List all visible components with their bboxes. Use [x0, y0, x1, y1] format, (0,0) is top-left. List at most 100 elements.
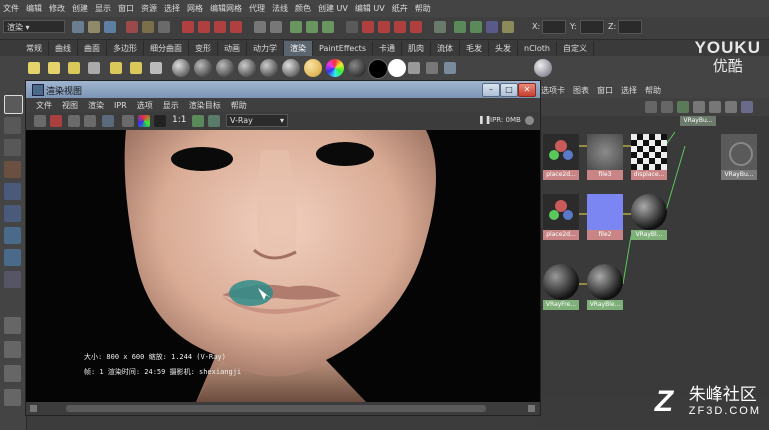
render-globals-icon[interactable] — [502, 21, 514, 33]
input-icon[interactable] — [270, 21, 282, 33]
point-light-icon[interactable] — [68, 62, 80, 74]
main-menu-item[interactable]: 编辑网格 — [210, 3, 242, 14]
select-hierarchy-icon[interactable] — [126, 21, 138, 33]
maximize-button[interactable]: □ — [500, 83, 518, 97]
render-region-icon[interactable] — [50, 115, 62, 127]
render-window-titlebar[interactable]: 渲染视图 – □ ✕ — [26, 81, 540, 98]
main-menu-item[interactable]: 选择 — [164, 3, 180, 14]
main-menu-item[interactable]: 纸卉 — [392, 3, 408, 14]
vray-sphere-icon[interactable] — [534, 59, 552, 77]
coord-x-field[interactable] — [542, 20, 566, 34]
main-menu-item[interactable]: 编辑 UV — [355, 3, 385, 14]
rotate-tool-icon[interactable] — [4, 183, 21, 200]
hypershade-menu-item[interactable]: 选项卡 — [541, 85, 565, 96]
main-menu-item[interactable]: 网格 — [187, 3, 203, 14]
main-menu-item[interactable]: 代理 — [249, 3, 265, 14]
layout-outliner-icon[interactable] — [4, 389, 21, 406]
render-settings-icon[interactable] — [322, 21, 334, 33]
shelf-tab[interactable]: 动力学 — [247, 40, 284, 56]
coord-y-field[interactable] — [580, 20, 604, 34]
shelf-tab[interactable]: 动画 — [218, 40, 247, 56]
ipr-render-icon[interactable] — [306, 21, 318, 33]
shelf-tab[interactable]: 头发 — [489, 40, 518, 56]
uv-editor-icon[interactable] — [444, 62, 456, 74]
node-vrayble-3[interactable]: VRayBle... — [587, 264, 623, 312]
scroll-right-icon[interactable] — [528, 405, 535, 412]
menu-set-dropdown[interactable]: 渲染 ▾ — [3, 20, 65, 33]
main-menu-item[interactable]: 帮助 — [415, 3, 431, 14]
render-menu-item[interactable]: 渲染 — [88, 100, 104, 111]
selection-mask-icon[interactable] — [346, 21, 358, 33]
select-component-icon[interactable] — [158, 21, 170, 33]
render-menu-item[interactable]: 显示 — [163, 100, 179, 111]
light-icon[interactable] — [28, 62, 40, 74]
close-button[interactable]: ✕ — [518, 83, 536, 97]
node-vraybu-top[interactable]: VRayBu... — [680, 116, 716, 164]
phonge-icon[interactable] — [260, 59, 278, 77]
main-menu-item[interactable]: 颜色 — [295, 3, 311, 14]
render-canvas[interactable]: 大小: 800 x 600 缩放: 1.244 (V-Ray) 帧: 1 渲染时… — [26, 130, 540, 402]
lambert-icon[interactable] — [216, 59, 234, 77]
snapshot-icon[interactable] — [68, 115, 80, 127]
layout-four-icon[interactable] — [4, 341, 21, 358]
snap-curve2-icon[interactable] — [378, 21, 390, 33]
render-sphere-icon[interactable] — [172, 59, 190, 77]
soft-mod-icon[interactable] — [4, 249, 21, 266]
shelf-tab[interactable]: 变形 — [189, 40, 218, 56]
node-vraybl-2[interactable]: VRayBl... — [631, 194, 667, 242]
hs-swatch-icon[interactable] — [741, 101, 753, 113]
snap-point-icon[interactable] — [214, 21, 226, 33]
lasso-tool-icon[interactable] — [4, 117, 21, 134]
render-menu-item[interactable]: 帮助 — [231, 100, 247, 111]
shelf-tab[interactable]: 曲面 — [78, 40, 107, 56]
open-scene-icon[interactable] — [88, 21, 100, 33]
layered-shader-icon[interactable] — [388, 59, 406, 77]
main-menu-item[interactable]: 资源 — [141, 3, 157, 14]
render-menu-item[interactable]: 渲染目标 — [189, 100, 221, 111]
hypershade-icon[interactable] — [486, 21, 498, 33]
render-menu-item[interactable]: 视图 — [62, 100, 78, 111]
node-place2d-1[interactable]: place2d... — [543, 134, 579, 182]
hs-input-icon[interactable] — [661, 101, 673, 113]
hypershade-menu-item[interactable]: 选择 — [621, 85, 637, 96]
layout-side-icon[interactable] — [4, 365, 21, 382]
hypershade-menu-item[interactable]: 窗口 — [597, 85, 613, 96]
hs-output-icon[interactable] — [693, 101, 705, 113]
shelf-tab[interactable]: 曲线 — [49, 40, 78, 56]
shelf-tab[interactable]: 渲染 — [284, 40, 313, 56]
renderer-dropdown[interactable]: V-Ray ▾ — [226, 114, 288, 127]
snap-view-icon[interactable] — [230, 21, 242, 33]
volume-light-icon[interactable] — [110, 62, 122, 74]
move-tool-icon[interactable] — [4, 161, 21, 178]
render-view-window[interactable]: 渲染视图 – □ ✕ 文件 视图 渲染 IPR 选项 显示 渲染目标 帮助 1:1 V-Ray… — [25, 80, 541, 416]
hypershade-menu-item[interactable]: 图表 — [573, 85, 589, 96]
construction-history-icon[interactable] — [254, 21, 266, 33]
render-current-icon[interactable] — [470, 21, 482, 33]
hs-rearrange-icon[interactable] — [725, 101, 737, 113]
shelf-tab[interactable]: nCloth — [518, 41, 557, 55]
main-menu-item[interactable]: 编辑 — [26, 3, 42, 14]
area-light-icon[interactable] — [88, 62, 100, 74]
shelf-tab[interactable]: 毛发 — [460, 40, 489, 56]
render-view-icon[interactable] — [454, 21, 466, 33]
scroll-thumb[interactable] — [66, 405, 486, 412]
select-tool-icon[interactable] — [4, 95, 23, 114]
ramp-shader-icon[interactable] — [304, 59, 322, 77]
phong-icon[interactable] — [238, 59, 256, 77]
alpha-channel-icon[interactable] — [154, 115, 166, 127]
render-menu-item[interactable]: IPR — [114, 101, 127, 110]
shelf-tab[interactable]: 自定义 — [557, 40, 594, 56]
snap-curve-icon[interactable] — [198, 21, 210, 33]
use-background-icon[interactable] — [368, 59, 388, 79]
select-object-icon[interactable] — [142, 21, 154, 33]
render-menu-item[interactable]: 文件 — [36, 100, 52, 111]
node-vrayfre[interactable]: VRayFre... — [543, 264, 579, 312]
coord-z-field[interactable] — [618, 20, 642, 34]
display-rgb-icon[interactable] — [122, 115, 134, 127]
main-menu-item[interactable]: 显示 — [95, 3, 111, 14]
snap-point2-icon[interactable] — [394, 21, 406, 33]
keep-image-icon[interactable] — [192, 115, 204, 127]
camera-icon[interactable] — [150, 62, 162, 74]
shelf-tab[interactable]: 细分曲面 — [144, 40, 189, 56]
paint-select-icon[interactable] — [4, 139, 21, 156]
